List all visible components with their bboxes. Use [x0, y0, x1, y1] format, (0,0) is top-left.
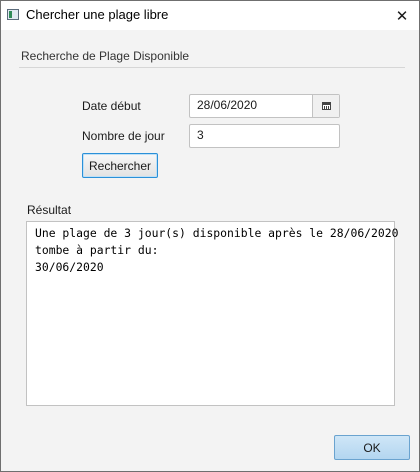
result-label: Résultat — [27, 203, 72, 217]
app-icon — [7, 9, 19, 20]
result-line: Une plage de 3 jour(s) disponible après … — [35, 226, 399, 240]
title-bar[interactable]: Chercher une plage libre ✕ — [1, 1, 419, 30]
days-input[interactable]: 3 — [189, 124, 340, 148]
result-textarea[interactable]: Une plage de 3 jour(s) disponible après … — [26, 221, 399, 406]
calendar-button[interactable] — [312, 95, 339, 117]
dialog-content: Recherche de Plage Disponible Date début… — [1, 30, 419, 471]
result-line: tombe à partir du: — [35, 243, 159, 257]
days-label: Nombre de jour — [82, 129, 165, 143]
search-button[interactable]: Rechercher — [82, 153, 158, 178]
ok-button[interactable]: OK — [334, 435, 410, 460]
window-title: Chercher une plage libre — [26, 7, 169, 22]
result-line: 30/06/2020 — [35, 260, 104, 274]
section-title: Recherche de Plage Disponible — [21, 49, 190, 63]
section-divider — [19, 67, 405, 68]
date-picker[interactable]: 28/06/2020 — [189, 94, 340, 118]
calendar-icon — [321, 102, 331, 110]
date-label: Date début — [82, 99, 141, 113]
dialog-window: Chercher une plage libre ✕ Recherche de … — [0, 0, 420, 472]
close-icon[interactable]: ✕ — [385, 1, 419, 30]
